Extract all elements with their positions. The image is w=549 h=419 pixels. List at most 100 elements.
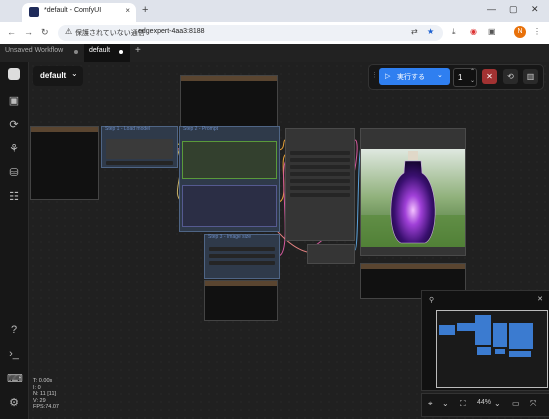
extension-record-icon[interactable]: ◉ <box>470 27 477 36</box>
model-library-icon[interactable]: ⛁ <box>7 166 21 179</box>
render-stats: T: 0.00s I: 0 N: 11 [11] V: 29 FPS:74.07 <box>33 378 59 411</box>
help-icon[interactable]: ? <box>7 324 21 336</box>
download-icon[interactable]: ⤓ <box>452 27 456 37</box>
tab-close-icon[interactable]: × <box>125 6 130 15</box>
group-step2[interactable]: Step 2 - Prompt <box>179 126 280 232</box>
minimap-toggle-icon[interactable]: ▭ <box>512 399 520 408</box>
node-widget[interactable] <box>290 158 350 162</box>
workflow-selector-label: default <box>40 71 67 80</box>
node-header <box>31 127 98 132</box>
minimap-node <box>509 351 531 357</box>
queue-count-value: 1 <box>458 73 463 82</box>
chevron-down-icon: ⌄ <box>71 69 78 78</box>
node-widget[interactable] <box>290 193 350 197</box>
step3-title: Step 3 - Image size <box>208 234 252 240</box>
minimap-node <box>457 323 475 331</box>
minimap-viewport[interactable] <box>436 310 548 388</box>
browser-tab-strip: *default - ComfyUI × + — ▢ ✕ <box>0 0 549 22</box>
node-widget[interactable] <box>209 247 275 251</box>
minimap-node <box>495 349 505 354</box>
step2-title: Step 2 - Prompt <box>183 126 219 132</box>
node-library-icon[interactable]: ⚘ <box>7 142 21 155</box>
node-widget[interactable] <box>209 261 275 265</box>
node-widget[interactable] <box>290 151 350 155</box>
extensions-puzzle-icon[interactable]: ▣ <box>488 27 496 36</box>
node-vae-decode[interactable] <box>307 244 355 264</box>
node-positive-prompt[interactable] <box>182 141 277 179</box>
workflow-tab-unsaved[interactable]: Unsaved Workflow <box>5 47 63 54</box>
node-note-bottom[interactable] <box>204 280 278 321</box>
reload-icon[interactable]: ↻ <box>41 27 49 38</box>
node-header <box>361 264 465 269</box>
back-arrow-icon[interactable]: ← <box>7 27 16 37</box>
close-window-button[interactable]: ✕ <box>531 4 539 15</box>
minimap-node <box>509 323 533 349</box>
run-label: 実行する <box>397 74 425 81</box>
settings-gear-icon[interactable]: ⚙ <box>7 396 21 409</box>
queue-icon[interactable]: ⟳ <box>7 118 21 131</box>
minimize-button[interactable]: — <box>487 4 496 14</box>
browser-tab[interactable]: *default - ComfyUI × <box>22 3 136 22</box>
terminal-icon[interactable]: ›_ <box>7 348 21 360</box>
url-text: edgexpert-4aa3:8188 <box>138 28 205 35</box>
minimap[interactable]: ⚲ ✕ <box>421 290 549 391</box>
increment-icon[interactable]: ⌃ <box>470 68 475 75</box>
workflows-icon[interactable]: ☷ <box>7 190 21 203</box>
zoom-chevron-icon[interactable]: ⌄ <box>494 399 501 408</box>
run-mode-chevron-icon[interactable]: ⌄ <box>437 71 443 79</box>
queue-count-input[interactable]: 1 ⌃ ⌄ <box>453 68 477 87</box>
panel-toggle-button[interactable]: ▥ <box>523 69 538 84</box>
stop-button[interactable]: ✕ <box>482 69 497 84</box>
address-bar[interactable]: ⚠ 保護されていない通信 edgexpert-4aa3:8188 ⇄ ★ <box>58 25 443 41</box>
node-note-top[interactable] <box>180 75 278 127</box>
node-widget[interactable] <box>290 186 350 190</box>
stat-line: N: 11 [11] <box>33 391 57 397</box>
group-step3[interactable]: Step 3 - Image size <box>204 234 280 279</box>
bookmark-star-icon[interactable]: ★ <box>427 27 434 36</box>
add-workflow-button[interactable]: + <box>135 45 141 56</box>
sidebar: ▣ ⟳ ⚘ ⛁ ☷ ? ›_ ⌨ ⚙ <box>0 62 29 419</box>
minimap-node <box>475 331 491 345</box>
modified-dot-icon <box>119 50 123 54</box>
maximize-button[interactable]: ▢ <box>509 4 518 15</box>
node-widget[interactable] <box>290 165 350 169</box>
run-toolbar: ⋮⋮ ▷ 実行する ⌄ 1 ⌃ ⌄ ✕ ⟲ ▥ <box>368 64 544 90</box>
zoom-level[interactable]: 44% <box>477 399 491 406</box>
history-button[interactable]: ⟲ <box>503 69 518 84</box>
comfyui-favicon-icon <box>29 7 39 17</box>
mode-chevron-icon[interactable]: ⌄ <box>442 399 449 408</box>
forward-arrow-icon[interactable]: → <box>24 27 33 37</box>
new-tab-button[interactable]: + <box>142 4 148 16</box>
node-checkpoint[interactable] <box>30 126 99 200</box>
select-cursor-icon[interactable]: ⌖ <box>428 399 433 409</box>
node-save-image[interactable] <box>360 128 466 256</box>
generated-image <box>361 149 465 247</box>
menu-dots-icon[interactable]: ⋮ <box>533 27 541 36</box>
workflow-selector[interactable]: default ⌄ <box>33 66 83 86</box>
fit-view-icon[interactable]: ⛶ <box>460 399 466 409</box>
browser-tab-title: *default - ComfyUI <box>44 7 102 14</box>
translate-icon[interactable]: ⇄ <box>411 27 418 36</box>
warning-icon: ⚠ <box>65 27 73 36</box>
step1-title: Step 1 - Load model <box>105 126 151 132</box>
node-widget[interactable] <box>290 172 350 176</box>
comfyui-logo[interactable] <box>8 68 20 80</box>
minimap-node <box>475 315 491 331</box>
images-icon[interactable]: ▣ <box>7 94 21 107</box>
workflow-tab-bar: Unsaved Workflow default + <box>0 44 549 63</box>
node-widget[interactable] <box>209 254 275 258</box>
node-widget[interactable] <box>106 161 173 165</box>
link-visibility-icon[interactable]: ⤧ <box>530 399 536 409</box>
node-negative-prompt[interactable] <box>182 185 277 227</box>
keyboard-icon[interactable]: ⌨ <box>7 372 23 385</box>
group-step1[interactable]: Step 1 - Load model <box>101 126 178 168</box>
node-ksampler[interactable] <box>285 128 355 241</box>
workflow-tab-default[interactable]: default <box>89 47 110 54</box>
minimap-close-icon[interactable]: ✕ <box>537 295 543 303</box>
node-widget[interactable] <box>290 179 350 183</box>
node-header <box>181 76 277 81</box>
minimap-settings-icon[interactable]: ⚲ <box>429 296 434 304</box>
run-button[interactable]: ▷ 実行する ⌄ <box>379 68 450 85</box>
profile-avatar[interactable]: N <box>514 26 526 38</box>
decrement-icon[interactable]: ⌄ <box>470 77 475 84</box>
